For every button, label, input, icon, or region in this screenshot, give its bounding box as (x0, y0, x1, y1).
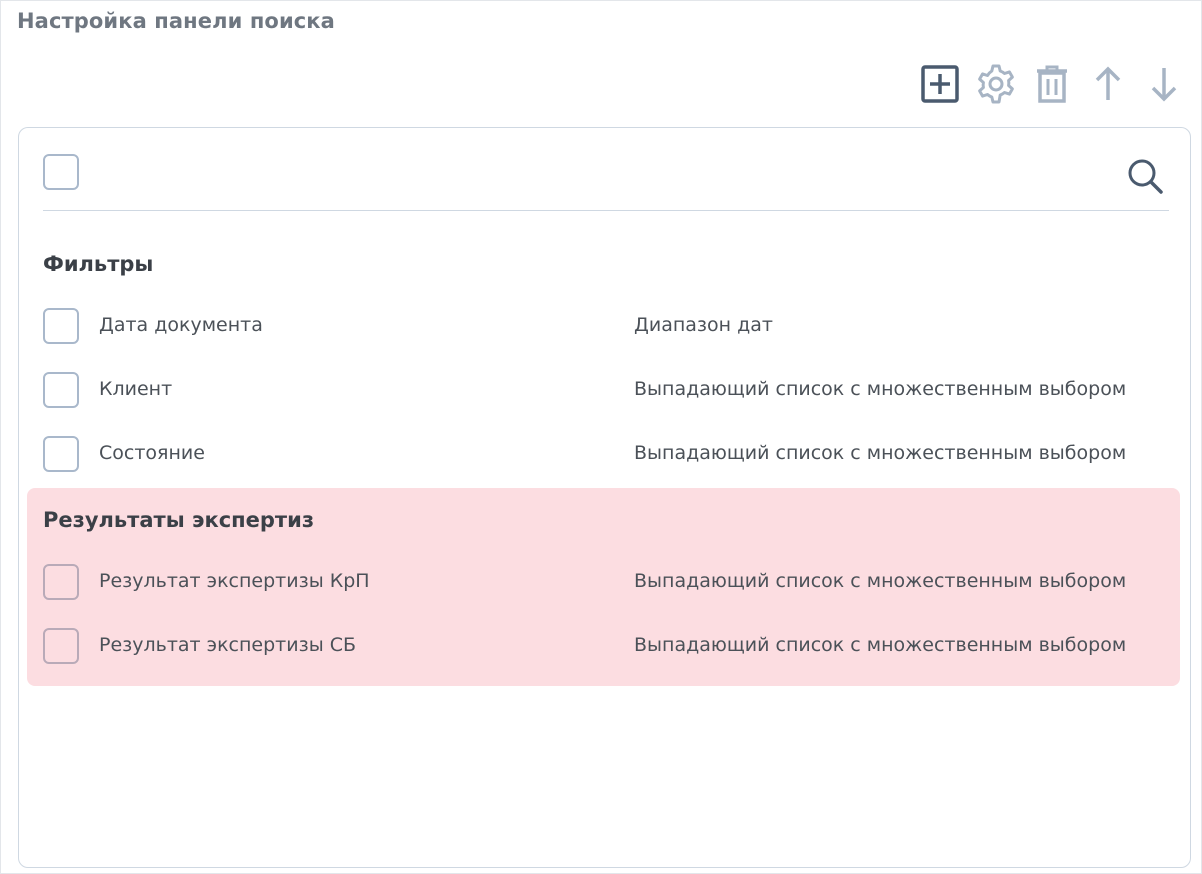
item-label: Дата документа (99, 314, 263, 336)
item-label: Клиент (99, 378, 173, 400)
delete-button[interactable] (1029, 61, 1075, 107)
select-all-checkbox[interactable] (43, 154, 79, 190)
search-row (43, 154, 1169, 211)
group-title: Результаты экспертиз (43, 508, 315, 532)
item-checkbox[interactable] (43, 436, 79, 472)
trash-icon (1037, 65, 1067, 103)
list-item[interactable]: Состояние Выпадающий список с множествен… (43, 436, 1173, 476)
gear-icon (978, 64, 1014, 104)
settings-button[interactable] (973, 61, 1019, 107)
item-checkbox[interactable] (43, 564, 79, 600)
move-down-button[interactable] (1141, 61, 1187, 107)
item-type: Выпадающий список с множественным выборо… (634, 442, 1127, 464)
fields-panel: Фильтры Дата документа Диапазон дат Клие… (18, 127, 1191, 868)
search-panel-settings: Настройка панели поиска Фильтры Дата док… (0, 0, 1202, 874)
item-type: Диапазон дат (634, 314, 773, 336)
arrow-up-icon (1095, 66, 1121, 100)
move-up-button[interactable] (1085, 61, 1131, 107)
add-button[interactable] (917, 61, 963, 107)
item-label: Состояние (99, 442, 205, 464)
item-type: Выпадающий список с множественным выборо… (634, 634, 1127, 656)
item-checkbox[interactable] (43, 308, 79, 344)
group-filters: Фильтры Дата документа Диапазон дат Клие… (27, 238, 1180, 478)
toolbar (917, 61, 1197, 107)
item-label: Результат экспертизы СБ (99, 634, 357, 656)
item-type: Выпадающий список с множественным выборо… (634, 378, 1127, 400)
list-item[interactable]: Результат экспертизы СБ Выпадающий списо… (43, 628, 1173, 668)
list-item[interactable]: Результат экспертизы КрП Выпадающий спис… (43, 564, 1173, 604)
plus-square-icon (921, 65, 959, 103)
item-type: Выпадающий список с множественным выборо… (634, 570, 1127, 592)
list-item[interactable]: Клиент Выпадающий список с множественным… (43, 372, 1173, 412)
search-input[interactable] (103, 158, 1107, 196)
page-title: Настройка панели поиска (17, 9, 335, 33)
arrow-down-icon (1151, 68, 1177, 102)
item-checkbox[interactable] (43, 628, 79, 664)
search-icon (1128, 159, 1163, 194)
group-title: Фильтры (43, 252, 154, 276)
search-button[interactable] (1125, 156, 1165, 196)
list-item[interactable]: Дата документа Диапазон дат (43, 308, 1173, 348)
item-label: Результат экспертизы КрП (99, 570, 370, 592)
group-expertise-results: Результаты экспертиз Результат экспертиз… (27, 488, 1180, 686)
item-checkbox[interactable] (43, 372, 79, 408)
